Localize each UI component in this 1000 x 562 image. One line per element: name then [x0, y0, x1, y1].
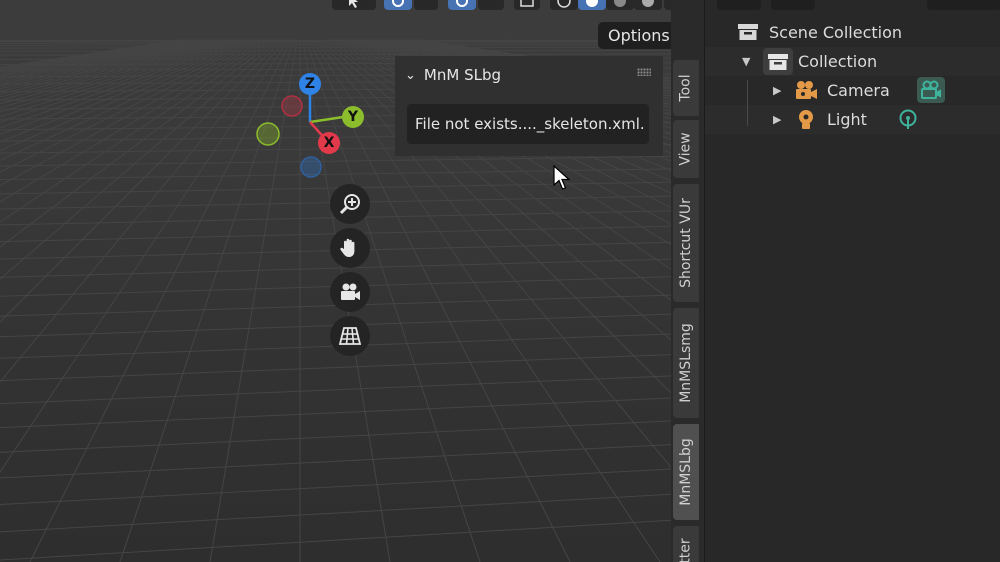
gizmo-y-label: Y — [347, 109, 359, 125]
scene-collection-row[interactable]: Scene Collection — [705, 18, 1000, 47]
drag-handle-icon[interactable] — [637, 68, 651, 76]
wireframe-shading-button[interactable] — [550, 0, 578, 10]
status-message: File not exists...._skeleton.xml. — [407, 104, 649, 144]
pan-button[interactable] — [330, 228, 370, 268]
chevron-down-icon: ⌄ — [405, 67, 416, 83]
light-data-icon[interactable] — [898, 109, 918, 131]
mouse-cursor-icon — [553, 165, 571, 190]
gizmo-neg-z[interactable] — [300, 156, 322, 178]
collection-label: Collection — [798, 52, 878, 71]
zoom-icon — [339, 194, 360, 215]
tree-guide-line — [747, 80, 748, 126]
collection-icon — [763, 48, 793, 75]
display-mode-dropdown[interactable] — [717, 0, 761, 10]
light-label: Light — [827, 110, 867, 129]
tab-label: Shortcut VUr — [678, 198, 695, 288]
tab-tool[interactable]: Tool — [673, 60, 699, 116]
hand-icon — [340, 238, 355, 257]
tab-tter[interactable]: tter — [673, 526, 699, 562]
xray-toggle-button[interactable] — [514, 0, 540, 10]
transform-gizmo-button[interactable] — [384, 0, 412, 10]
overlay-toggle-button[interactable] — [448, 0, 476, 10]
sidebar-tabs: Tool View Shortcut VUr MnMSLsmg MnMSLbg … — [671, 0, 703, 562]
gizmo-x-label: X — [323, 135, 335, 151]
gizmo-x-axis[interactable]: X — [318, 132, 340, 154]
panel-title: MnM SLbg — [423, 66, 501, 84]
camera-row[interactable]: ▶ Camera — [705, 76, 1000, 105]
expand-arrow-icon[interactable]: ▶ — [773, 84, 781, 97]
gizmo-neg-y[interactable] — [256, 122, 280, 146]
3d-viewport[interactable]: Options ⌄ Z Y X — [0, 0, 703, 562]
expand-arrow-icon[interactable]: ▶ — [773, 113, 781, 126]
camera-label: Camera — [827, 81, 890, 100]
material-shading-button[interactable] — [606, 0, 634, 10]
light-row[interactable]: ▶ Light — [705, 105, 1000, 134]
addon-panel: ⌄ MnM SLbg File not exists...._skeleton.… — [395, 56, 663, 156]
camera-view-button[interactable] — [330, 272, 370, 312]
filter-dropdown[interactable] — [771, 0, 815, 10]
outliner-panel: Scene Collection ▼ Collection ▶ Camera ▶… — [704, 0, 1000, 562]
camera-icon — [341, 283, 360, 300]
overlay-dropdown[interactable] — [478, 0, 504, 10]
tab-mnmslsmg[interactable]: MnMSLsmg — [673, 308, 699, 418]
gizmo-y-axis[interactable]: Y — [342, 106, 364, 128]
gizmo-z-label: Z — [304, 76, 316, 92]
light-object-icon — [796, 109, 816, 131]
scene-collection-label: Scene Collection — [769, 23, 903, 42]
tab-mnmslbg[interactable]: MnMSLbg — [673, 424, 699, 520]
transform-options-dropdown[interactable] — [414, 0, 438, 10]
rendered-shading-button[interactable] — [634, 0, 662, 10]
tab-view[interactable]: View — [673, 120, 699, 178]
camera-object-icon — [794, 79, 818, 101]
navigation-gizmo[interactable]: Z Y X — [240, 62, 380, 192]
gizmo-neg-x[interactable] — [281, 95, 303, 117]
collapse-arrow-icon[interactable]: ▼ — [742, 55, 750, 68]
tab-label: tter — [677, 538, 694, 562]
select-tool-button[interactable] — [332, 0, 376, 10]
scene-collection-icon — [737, 23, 759, 41]
panel-header[interactable]: ⌄ MnM SLbg — [405, 64, 501, 86]
outliner-search-input[interactable] — [927, 0, 1000, 10]
perspective-toggle-button[interactable] — [330, 316, 370, 356]
tab-label: MnMSLbg — [678, 438, 694, 506]
collection-row[interactable]: ▼ Collection — [705, 47, 1000, 76]
tab-label: View — [678, 132, 695, 166]
camera-data-icon[interactable] — [917, 77, 945, 103]
tab-label: MnMSLsmg — [678, 323, 695, 403]
tab-label: Tool — [678, 74, 695, 102]
solid-shading-button[interactable] — [578, 0, 606, 10]
zoom-button[interactable] — [330, 184, 370, 224]
options-label: Options — [608, 26, 670, 45]
tab-shortcut-vur[interactable]: Shortcut VUr — [673, 184, 699, 302]
gizmo-z-axis[interactable]: Z — [299, 73, 321, 95]
grid-icon — [338, 327, 362, 345]
